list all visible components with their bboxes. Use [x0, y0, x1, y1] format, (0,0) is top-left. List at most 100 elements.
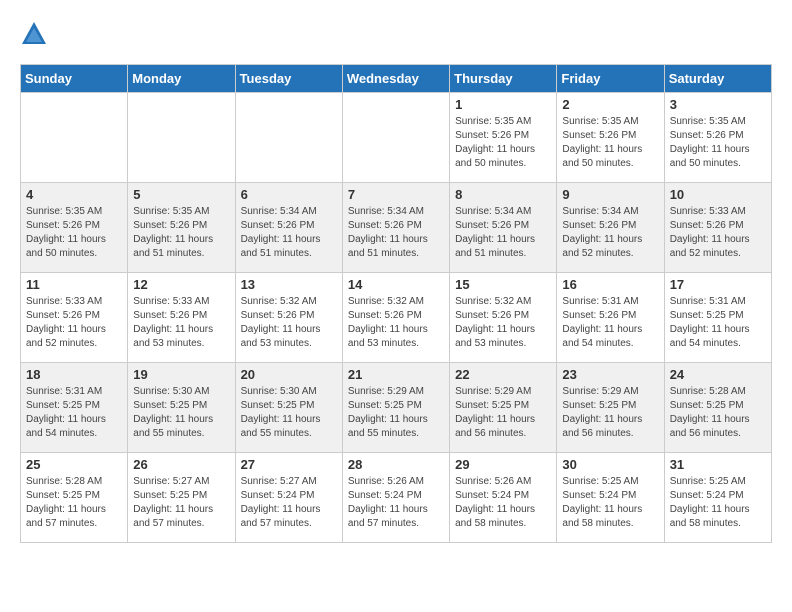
day-number: 13 [241, 277, 337, 292]
week-row-5: 25 Sunrise: 5:28 AM Sunset: 5:25 PM Dayli… [21, 453, 772, 543]
day-cell: 26 Sunrise: 5:27 AM Sunset: 5:25 PM Dayli… [128, 453, 235, 543]
day-info: Sunrise: 5:29 AM Sunset: 5:25 PM Dayligh… [562, 385, 658, 441]
day-number: 26 [133, 457, 229, 472]
weekday-thursday: Thursday [450, 65, 557, 93]
week-row-2: 4 Sunrise: 5:35 AM Sunset: 5:26 PM Daylig… [21, 183, 772, 273]
weekday-monday: Monday [128, 65, 235, 93]
day-number: 25 [26, 457, 122, 472]
day-cell: 29 Sunrise: 5:26 AM Sunset: 5:24 PM Dayli… [450, 453, 557, 543]
day-cell: 4 Sunrise: 5:35 AM Sunset: 5:26 PM Daylig… [21, 183, 128, 273]
day-number: 12 [133, 277, 229, 292]
day-cell: 22Sunrise: 5:29 AM Sunset: 5:25 PM Dayli… [450, 363, 557, 453]
day-info: Sunrise: 5:30 AM Sunset: 5:25 PM Dayligh… [133, 385, 229, 441]
page-header [20, 20, 772, 48]
day-info: Sunrise: 5:25 AM Sunset: 5:24 PM Dayligh… [670, 475, 766, 531]
day-info: Sunrise: 5:28 AM Sunset: 5:25 PM Dayligh… [670, 385, 766, 441]
day-info: Sunrise: 5:32 AM Sunset: 5:26 PM Dayligh… [348, 295, 444, 351]
day-info: Sunrise: 5:28 AM Sunset: 5:25 PM Dayligh… [26, 475, 122, 531]
day-cell: 8 Sunrise: 5:34 AM Sunset: 5:26 PM Daylig… [450, 183, 557, 273]
logo-icon [20, 20, 48, 48]
day-info: Sunrise: 5:35 AM Sunset: 5:26 PM Dayligh… [133, 205, 229, 261]
day-number: 28 [348, 457, 444, 472]
day-cell: 18Sunrise: 5:31 AM Sunset: 5:25 PM Dayli… [21, 363, 128, 453]
day-cell: 15Sunrise: 5:32 AM Sunset: 5:26 PM Dayli… [450, 273, 557, 363]
day-number: 24 [670, 367, 766, 382]
day-cell: 9 Sunrise: 5:34 AM Sunset: 5:26 PM Daylig… [557, 183, 664, 273]
day-info: Sunrise: 5:26 AM Sunset: 5:24 PM Dayligh… [455, 475, 551, 531]
day-info: Sunrise: 5:35 AM Sunset: 5:26 PM Dayligh… [562, 115, 658, 171]
day-cell: 12 Sunrise: 5:33 AM Sunset: 5:26 PM Dayli… [128, 273, 235, 363]
day-info: Sunrise: 5:29 AM Sunset: 5:25 PM Dayligh… [455, 385, 551, 441]
day-number: 3 [670, 97, 766, 112]
weekday-friday: Friday [557, 65, 664, 93]
week-row-1: 1 Sunrise: 5:35 AM Sunset: 5:26 PM Daylig… [21, 93, 772, 183]
day-number: 10 [670, 187, 766, 202]
day-info: Sunrise: 5:34 AM Sunset: 5:26 PM Dayligh… [562, 205, 658, 261]
day-cell: 1 Sunrise: 5:35 AM Sunset: 5:26 PM Daylig… [450, 93, 557, 183]
day-number: 23 [562, 367, 658, 382]
day-number: 8 [455, 187, 551, 202]
day-number: 1 [455, 97, 551, 112]
day-info: Sunrise: 5:34 AM Sunset: 5:26 PM Dayligh… [348, 205, 444, 261]
day-cell: 3 Sunrise: 5:35 AM Sunset: 5:26 PM Daylig… [664, 93, 771, 183]
day-number: 29 [455, 457, 551, 472]
day-number: 7 [348, 187, 444, 202]
day-info: Sunrise: 5:31 AM Sunset: 5:25 PM Dayligh… [670, 295, 766, 351]
day-number: 19 [133, 367, 229, 382]
day-number: 11 [26, 277, 122, 292]
day-info: Sunrise: 5:32 AM Sunset: 5:26 PM Dayligh… [455, 295, 551, 351]
weekday-saturday: Saturday [664, 65, 771, 93]
day-info: Sunrise: 5:33 AM Sunset: 5:26 PM Dayligh… [26, 295, 122, 351]
day-number: 16 [562, 277, 658, 292]
day-number: 21 [348, 367, 444, 382]
day-cell [235, 93, 342, 183]
day-info: Sunrise: 5:27 AM Sunset: 5:25 PM Dayligh… [133, 475, 229, 531]
day-info: Sunrise: 5:32 AM Sunset: 5:26 PM Dayligh… [241, 295, 337, 351]
day-cell: 5 Sunrise: 5:35 AM Sunset: 5:26 PM Daylig… [128, 183, 235, 273]
day-info: Sunrise: 5:33 AM Sunset: 5:26 PM Dayligh… [670, 205, 766, 261]
day-info: Sunrise: 5:35 AM Sunset: 5:26 PM Dayligh… [26, 205, 122, 261]
day-info: Sunrise: 5:34 AM Sunset: 5:26 PM Dayligh… [455, 205, 551, 261]
day-number: 4 [26, 187, 122, 202]
week-row-3: 11 Sunrise: 5:33 AM Sunset: 5:26 PM Dayli… [21, 273, 772, 363]
day-number: 14 [348, 277, 444, 292]
day-cell: 30 Sunrise: 5:25 AM Sunset: 5:24 PM Dayli… [557, 453, 664, 543]
day-info: Sunrise: 5:26 AM Sunset: 5:24 PM Dayligh… [348, 475, 444, 531]
day-number: 9 [562, 187, 658, 202]
day-info: Sunrise: 5:35 AM Sunset: 5:26 PM Dayligh… [670, 115, 766, 171]
day-cell: 16 Sunrise: 5:31 AM Sunset: 5:26 PM Dayli… [557, 273, 664, 363]
day-cell [128, 93, 235, 183]
day-cell: 2 Sunrise: 5:35 AM Sunset: 5:26 PM Daylig… [557, 93, 664, 183]
day-cell: 14 Sunrise: 5:32 AM Sunset: 5:26 PM Dayli… [342, 273, 449, 363]
day-info: Sunrise: 5:31 AM Sunset: 5:26 PM Dayligh… [562, 295, 658, 351]
day-number: 17 [670, 277, 766, 292]
day-cell: 21 Sunrise: 5:29 AM Sunset: 5:25 PM Dayli… [342, 363, 449, 453]
day-number: 2 [562, 97, 658, 112]
weekday-wednesday: Wednesday [342, 65, 449, 93]
day-info: Sunrise: 5:29 AM Sunset: 5:25 PM Dayligh… [348, 385, 444, 441]
weekday-header-row: SundayMondayTuesdayWednesdayThursdayFrid… [21, 65, 772, 93]
day-number: 6 [241, 187, 337, 202]
day-cell: 25 Sunrise: 5:28 AM Sunset: 5:25 PM Dayli… [21, 453, 128, 543]
day-info: Sunrise: 5:33 AM Sunset: 5:26 PM Dayligh… [133, 295, 229, 351]
day-info: Sunrise: 5:35 AM Sunset: 5:26 PM Dayligh… [455, 115, 551, 171]
day-info: Sunrise: 5:27 AM Sunset: 5:24 PM Dayligh… [241, 475, 337, 531]
day-info: Sunrise: 5:25 AM Sunset: 5:24 PM Dayligh… [562, 475, 658, 531]
day-number: 30 [562, 457, 658, 472]
day-number: 5 [133, 187, 229, 202]
day-cell: 11 Sunrise: 5:33 AM Sunset: 5:26 PM Dayli… [21, 273, 128, 363]
day-info: Sunrise: 5:30 AM Sunset: 5:25 PM Dayligh… [241, 385, 337, 441]
day-cell: 7 Sunrise: 5:34 AM Sunset: 5:26 PM Daylig… [342, 183, 449, 273]
day-cell [21, 93, 128, 183]
day-number: 20 [241, 367, 337, 382]
day-number: 27 [241, 457, 337, 472]
day-cell: 28 Sunrise: 5:26 AM Sunset: 5:24 PM Dayli… [342, 453, 449, 543]
day-cell: 19 Sunrise: 5:30 AM Sunset: 5:25 PM Dayli… [128, 363, 235, 453]
day-cell: 10 Sunrise: 5:33 AM Sunset: 5:26 PM Dayli… [664, 183, 771, 273]
weekday-sunday: Sunday [21, 65, 128, 93]
day-cell: 6Sunrise: 5:34 AM Sunset: 5:26 PM Daylig… [235, 183, 342, 273]
day-number: 31 [670, 457, 766, 472]
day-cell: 27 Sunrise: 5:27 AM Sunset: 5:24 PM Dayli… [235, 453, 342, 543]
week-row-4: 18Sunrise: 5:31 AM Sunset: 5:25 PM Dayli… [21, 363, 772, 453]
day-cell: 17 Sunrise: 5:31 AM Sunset: 5:25 PM Dayli… [664, 273, 771, 363]
